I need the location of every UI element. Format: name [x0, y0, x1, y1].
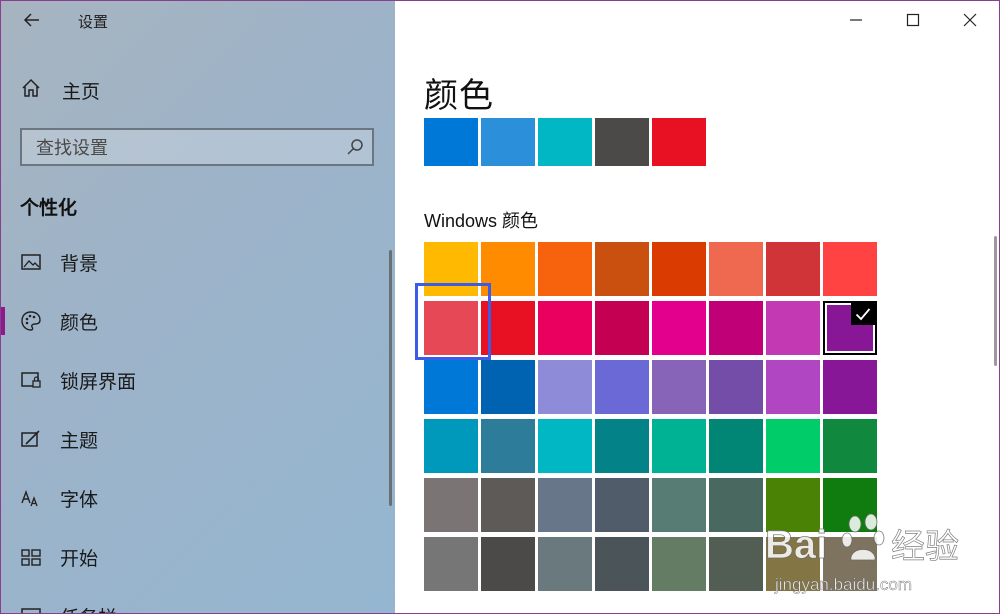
recent-colors	[424, 118, 709, 166]
color-swatch[interactable]	[538, 537, 592, 591]
recent-color-swatch[interactable]	[652, 118, 706, 166]
color-swatch[interactable]	[481, 360, 535, 414]
minimize-icon[interactable]	[842, 8, 870, 32]
checkmark-icon	[851, 303, 875, 325]
windows-colors-label: Windows 颜色	[424, 211, 539, 231]
sidebar-item-start[interactable]: 开始	[0, 535, 395, 579]
window-title: 设置	[78, 14, 109, 31]
color-swatch[interactable]	[424, 478, 478, 532]
sidebar-item-themes[interactable]: 主题	[0, 417, 395, 461]
color-swatch[interactable]	[823, 242, 877, 296]
recent-color-swatch[interactable]	[538, 118, 592, 166]
color-swatch[interactable]	[595, 537, 649, 591]
color-swatch[interactable]	[766, 360, 820, 414]
color-swatch[interactable]	[595, 301, 649, 355]
sidebar-item-background[interactable]: 背景	[0, 240, 395, 284]
color-swatch[interactable]	[766, 301, 820, 355]
recent-color-swatch[interactable]	[595, 118, 649, 166]
color-swatch[interactable]	[481, 537, 535, 591]
font-icon	[20, 487, 42, 509]
lockscreen-icon	[20, 369, 42, 391]
search-input[interactable]	[34, 136, 338, 160]
color-swatch[interactable]	[538, 360, 592, 414]
start-grid-icon	[20, 546, 42, 568]
sidebar-item-label: 主页	[62, 81, 101, 103]
watermark-brand: Bai	[765, 523, 827, 567]
search-icon[interactable]	[346, 138, 364, 156]
sidebar-item-label: 字体	[60, 489, 99, 511]
color-swatch[interactable]	[652, 419, 706, 473]
color-swatch[interactable]	[424, 360, 478, 414]
color-swatch[interactable]	[652, 537, 706, 591]
color-swatch[interactable]	[652, 478, 706, 532]
selection-highlight-box	[415, 283, 491, 360]
theme-brush-icon	[20, 428, 42, 450]
color-swatch[interactable]	[823, 419, 877, 473]
color-swatch[interactable]	[595, 419, 649, 473]
color-swatch[interactable]	[481, 419, 535, 473]
sidebar-item-label: 主题	[60, 430, 99, 452]
sidebar-item-label: 背景	[60, 253, 99, 275]
color-swatch[interactable]	[823, 360, 877, 414]
sidebar-scrollbar[interactable]	[389, 250, 392, 506]
palette-icon	[20, 310, 42, 332]
maximize-icon[interactable]	[899, 8, 927, 32]
color-swatch[interactable]	[709, 419, 763, 473]
color-swatch[interactable]	[424, 419, 478, 473]
recent-color-swatch[interactable]	[424, 118, 478, 166]
baidu-jingyan-watermark: Bai 经验 jingyan.baidu.com	[765, 500, 995, 600]
main-scrollbar[interactable]	[994, 236, 997, 366]
sidebar-item-fonts[interactable]: 字体	[0, 476, 395, 520]
color-swatch[interactable]	[595, 360, 649, 414]
sidebar-item-label: 颜色	[60, 312, 99, 334]
color-swatch[interactable]	[538, 419, 592, 473]
color-swatch[interactable]	[709, 537, 763, 591]
color-swatch[interactable]	[595, 242, 649, 296]
color-swatch[interactable]	[652, 301, 706, 355]
recent-color-swatch[interactable]	[481, 118, 535, 166]
sidebar-item-label: 锁屏界面	[60, 371, 137, 393]
page-title: 颜色	[424, 77, 494, 115]
close-icon[interactable]	[956, 8, 984, 32]
color-swatch[interactable]	[709, 242, 763, 296]
sidebar-item-label: 开始	[60, 548, 99, 570]
color-swatch[interactable]	[766, 242, 820, 296]
sidebar: 设置 主页 个性化 背景 颜色 锁屏界面 主题	[0, 0, 395, 614]
color-swatch[interactable]	[652, 360, 706, 414]
sidebar-item-label: 任务栏	[60, 603, 117, 614]
color-swatch[interactable]	[709, 360, 763, 414]
color-swatch[interactable]	[766, 419, 820, 473]
watermark-url: jingyan.baidu.com	[774, 575, 912, 594]
picture-icon	[20, 251, 42, 273]
watermark-brand-cn: 经验	[891, 527, 959, 567]
sidebar-item-home[interactable]: 主页	[20, 76, 100, 104]
color-swatch-selected[interactable]	[823, 301, 877, 355]
sidebar-item-lockscreen[interactable]: 锁屏界面	[0, 358, 395, 402]
color-swatch[interactable]	[595, 478, 649, 532]
taskbar-icon	[20, 605, 42, 614]
back-arrow-icon[interactable]	[20, 8, 44, 32]
section-title-personalization: 个性化	[20, 198, 78, 219]
color-swatch[interactable]	[538, 301, 592, 355]
color-swatch[interactable]	[424, 537, 478, 591]
color-swatch[interactable]	[709, 478, 763, 532]
color-swatch[interactable]	[481, 478, 535, 532]
color-swatch[interactable]	[538, 478, 592, 532]
sidebar-item-taskbar[interactable]: 任务栏	[0, 594, 395, 614]
color-swatch[interactable]	[538, 242, 592, 296]
color-swatch[interactable]	[652, 242, 706, 296]
color-swatch[interactable]	[709, 301, 763, 355]
sidebar-item-colors[interactable]: 颜色	[0, 299, 395, 343]
home-icon	[20, 77, 42, 104]
search-box[interactable]	[20, 128, 374, 166]
